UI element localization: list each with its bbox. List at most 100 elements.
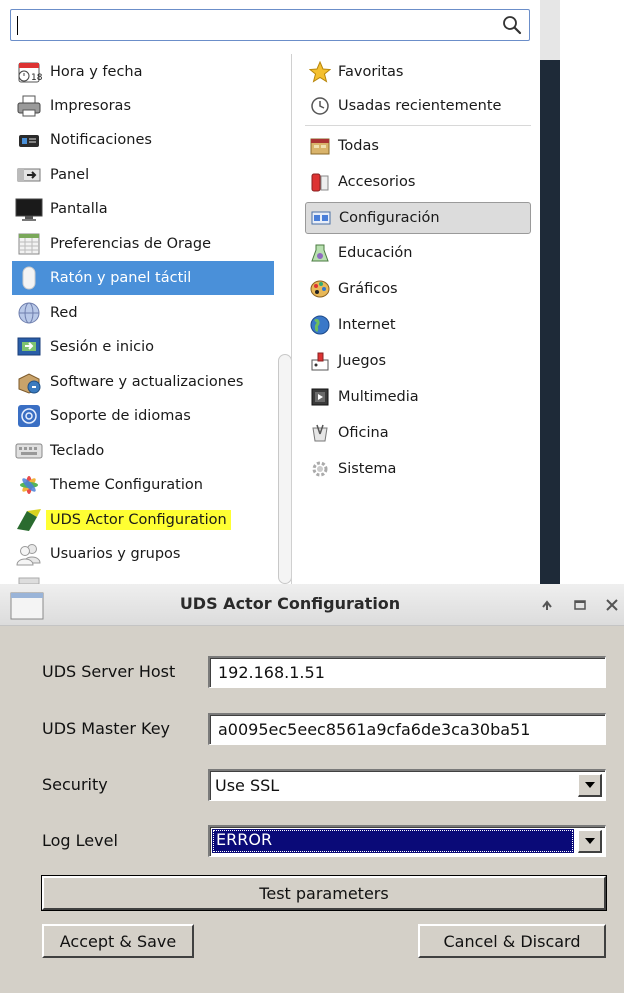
orage-calendar-icon [14,229,44,259]
category-usadas-recientemente[interactable]: Usadas recientemente [305,90,531,122]
app-item-panel[interactable]: Panel [12,158,274,192]
category-label: Multimedia [338,389,419,405]
search-input[interactable] [15,13,495,37]
app-item-red[interactable]: Red [12,296,274,330]
uds-actor-configuration-dialog: UDS Actor Configuration UDS Server Host … [0,584,624,993]
star-icon [308,60,332,84]
app-label: Pantalla [50,201,108,217]
mouse-icon [14,263,44,293]
category-label: Todas [338,138,379,154]
category-todas[interactable]: Todas [305,130,531,162]
app-label: Teclado [50,443,105,459]
software-update-icon [14,367,44,397]
app-label: Notificaciones [50,132,152,148]
keyboard-icon [14,436,44,466]
system-gear-icon [308,457,332,481]
category-juegos[interactable]: Juegos [305,345,531,377]
master-key-input[interactable]: a0095ec5eec8561a9cfa6de3ca30ba51 [208,713,606,745]
category-internet[interactable]: Internet [305,309,531,341]
history-icon [308,94,332,118]
app-item-hora-y-fecha[interactable]: 18 Hora y fecha [12,55,274,89]
network-globe-icon [14,298,44,328]
cancel-discard-button[interactable]: Cancel & Discard [418,924,606,958]
accessories-icon [308,170,332,194]
app-item-sesion-e-inicio[interactable]: Sesión e inicio [12,330,274,364]
chevron-down-icon[interactable] [578,830,602,853]
security-select[interactable]: Use SSL [208,769,606,801]
app-item-impresoras[interactable]: Impresoras [12,89,274,123]
language-icon [14,401,44,431]
category-favoritas[interactable]: Favoritas [305,56,531,88]
games-icon [308,349,332,373]
terminal-panel [540,0,560,584]
app-item-teclado[interactable]: Teclado [12,434,274,468]
chevron-down-icon[interactable] [578,774,602,797]
security-label: Security [42,775,108,794]
category-oficina[interactable]: Oficina [305,417,531,449]
application-list: 18 Hora y fecha Impresoras Notificacione… [0,54,290,584]
app-item-soporte-de-idiomas[interactable]: Soporte de idiomas [12,399,274,433]
category-graficos[interactable]: Gráficos [305,273,531,305]
app-label: Panel [50,167,90,183]
category-accesorios[interactable]: Accesorios [305,166,531,198]
theme-icon [14,470,44,500]
accept-save-button[interactable]: Accept & Save [42,924,194,958]
svg-text:18: 18 [31,73,42,83]
window-close-icon[interactable] [603,596,621,614]
app-list-scrollbar[interactable] [278,354,292,584]
internet-globe-icon [308,313,332,337]
app-item-preferencias-de-orage[interactable]: Preferencias de Orage [12,227,274,261]
category-list: Favoritas Usadas recientemente Todas Acc… [300,54,536,584]
category-label: Accesorios [338,174,416,190]
log-level-select[interactable]: ERROR [208,825,606,857]
server-host-label: UDS Server Host [42,662,176,681]
monitor-icon [14,194,44,224]
terminal-header [540,0,560,60]
app-label: Preferencias de Orage [50,236,212,252]
printer-icon [14,91,44,121]
category-label: Gráficos [338,281,398,297]
folder-icon [308,134,332,158]
app-label: Impresoras [50,98,131,114]
partial-icon [14,564,44,584]
search-icon[interactable] [501,14,523,36]
category-sistema[interactable]: Sistema [305,453,531,485]
calendar-icon: 18 [14,57,44,87]
multimedia-icon [308,385,332,409]
security-value: Use SSL [215,776,280,795]
settings-icon [309,206,333,230]
app-item-software-y-actualizaciones[interactable]: Software y actualizaciones [12,365,274,399]
test-parameters-button[interactable]: Test parameters [41,875,607,911]
app-label: Hora y fecha [50,64,143,80]
log-level-label: Log Level [42,831,118,850]
uds-actor-icon [14,505,44,535]
category-configuracion[interactable]: Configuración [305,202,531,234]
education-icon [308,241,332,265]
category-label: Educación [338,245,413,261]
session-icon [14,332,44,362]
app-label: Soporte de idiomas [50,408,191,424]
window-maximize-icon[interactable] [571,596,589,614]
search-box[interactable] [10,9,530,41]
app-item-uds-actor-configuration[interactable]: UDS Actor Configuration [12,503,274,537]
category-label: Internet [338,317,396,333]
app-item-usuarios-y-grupos[interactable]: Usuarios y grupos [12,537,274,571]
app-label-highlighted: UDS Actor Configuration [46,510,231,530]
text-caret [17,16,18,35]
application-menu: 18 Hora y fecha Impresoras Notificacione… [0,0,540,584]
server-host-input[interactable]: 192.168.1.51 [208,656,606,688]
category-educacion[interactable]: Educación [305,237,531,269]
app-label: Ratón y panel táctil [50,270,192,286]
notification-icon [14,125,44,155]
background-terminal [540,0,624,584]
window-titlebar[interactable]: UDS Actor Configuration [0,584,624,626]
category-label: Configuración [339,210,440,226]
window-up-icon[interactable] [538,596,556,614]
office-icon [308,421,332,445]
log-level-value: ERROR [216,830,273,849]
app-item-raton-y-panel-tactil[interactable]: Ratón y panel táctil [12,261,274,295]
category-multimedia[interactable]: Multimedia [305,381,531,413]
app-item-theme-configuration[interactable]: Theme Configuration [12,468,274,502]
app-item-notificaciones[interactable]: Notificaciones [12,123,274,157]
app-item-pantalla[interactable]: Pantalla [12,192,274,226]
